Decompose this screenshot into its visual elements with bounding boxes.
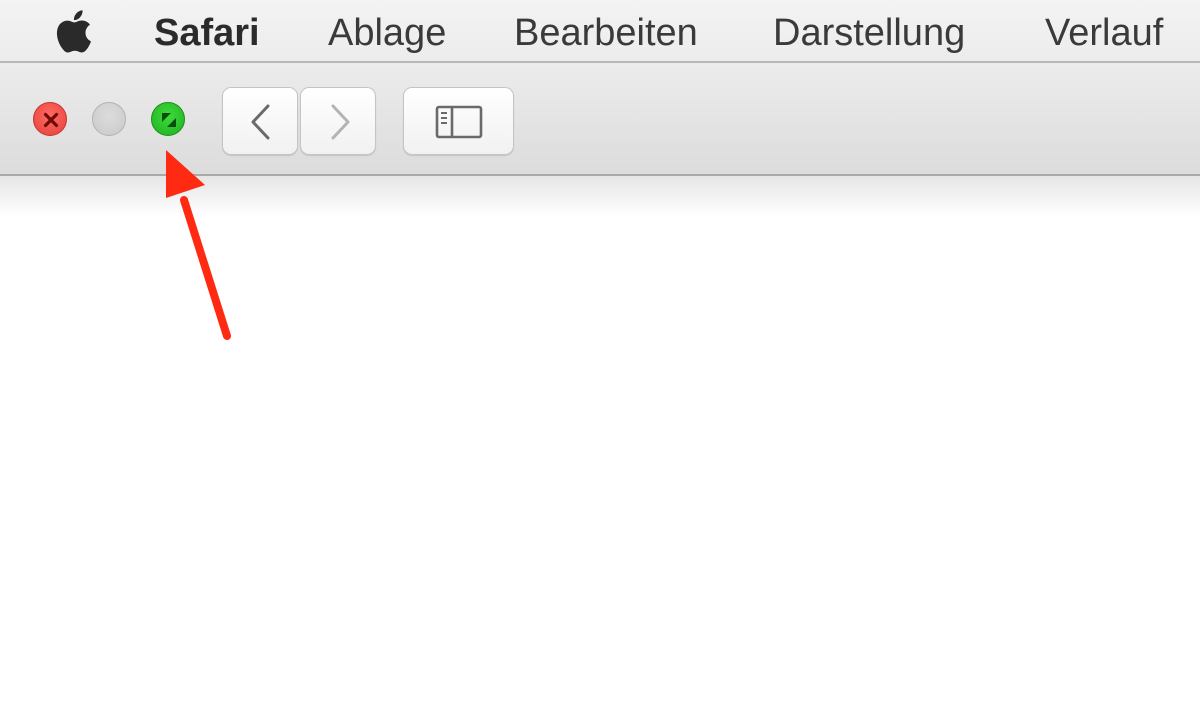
chevron-left-icon [251, 104, 270, 140]
sidebar-toggle-button[interactable] [403, 87, 514, 155]
menu-bar: Safari Ablage Bearbeiten Darstellung Ver… [0, 0, 1200, 63]
minimize-button[interactable] [92, 102, 126, 136]
annotation-arrow [166, 150, 231, 340]
fullscreen-icon [162, 113, 176, 127]
apple-logo-icon[interactable] [54, 8, 98, 54]
zoom-button[interactable] [151, 102, 185, 136]
safari-window: Safari Ablage Bearbeiten Darstellung Ver… [0, 0, 1200, 714]
menu-bearbeiten[interactable]: Bearbeiten [514, 11, 698, 55]
menu-app-name[interactable]: Safari [154, 11, 260, 55]
forward-button[interactable] [300, 87, 376, 155]
chevron-right-icon [331, 104, 350, 140]
sidebar-icon [435, 105, 483, 139]
menu-darstellung[interactable]: Darstellung [773, 11, 965, 55]
close-button[interactable] [33, 102, 67, 136]
back-button[interactable] [222, 87, 298, 155]
close-icon [43, 112, 59, 128]
menu-ablage[interactable]: Ablage [328, 11, 446, 55]
menu-verlauf[interactable]: Verlauf [1045, 11, 1163, 55]
